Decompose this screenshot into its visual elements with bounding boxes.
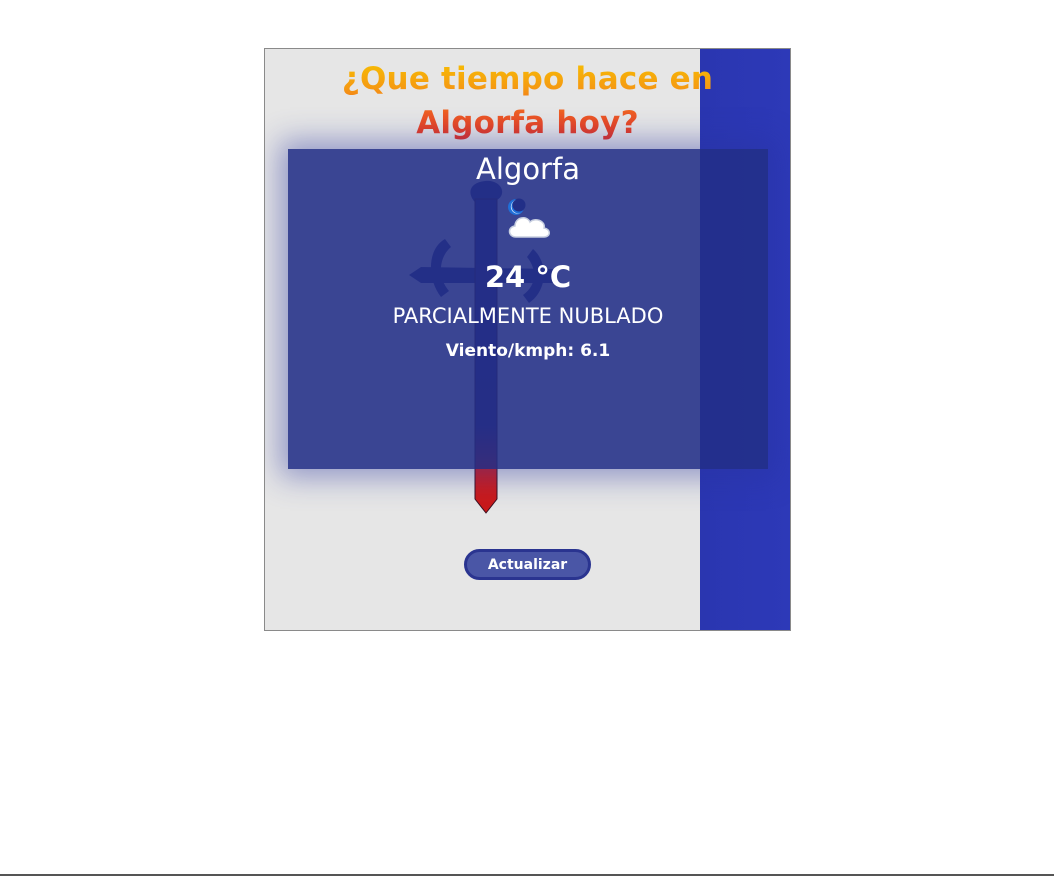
partly-cloudy-night-icon xyxy=(508,198,550,238)
temperature-value: 24 °C xyxy=(484,260,572,294)
title-line-1: ¿Que tiempo hace en xyxy=(341,61,714,97)
wind-speed: Viento/kmph: 6.1 xyxy=(445,341,611,361)
page-title: ¿Que tiempo hace en Algorfa hoy? xyxy=(265,57,790,145)
weather-description: PARCIALMENTE NUBLADO xyxy=(392,304,664,328)
city-name: Algorfa xyxy=(476,152,580,186)
page-bottom-border xyxy=(0,874,1054,876)
weather-widget: ¿Que tiempo hace en Algorfa hoy? Algorfa xyxy=(264,48,791,631)
refresh-button[interactable]: Actualizar xyxy=(464,549,591,580)
title-line-2: Algorfa hoy? xyxy=(416,105,639,141)
weather-card: Algorfa 24 °C PARCIALMENTE NUBLADO Vient… xyxy=(288,149,768,469)
